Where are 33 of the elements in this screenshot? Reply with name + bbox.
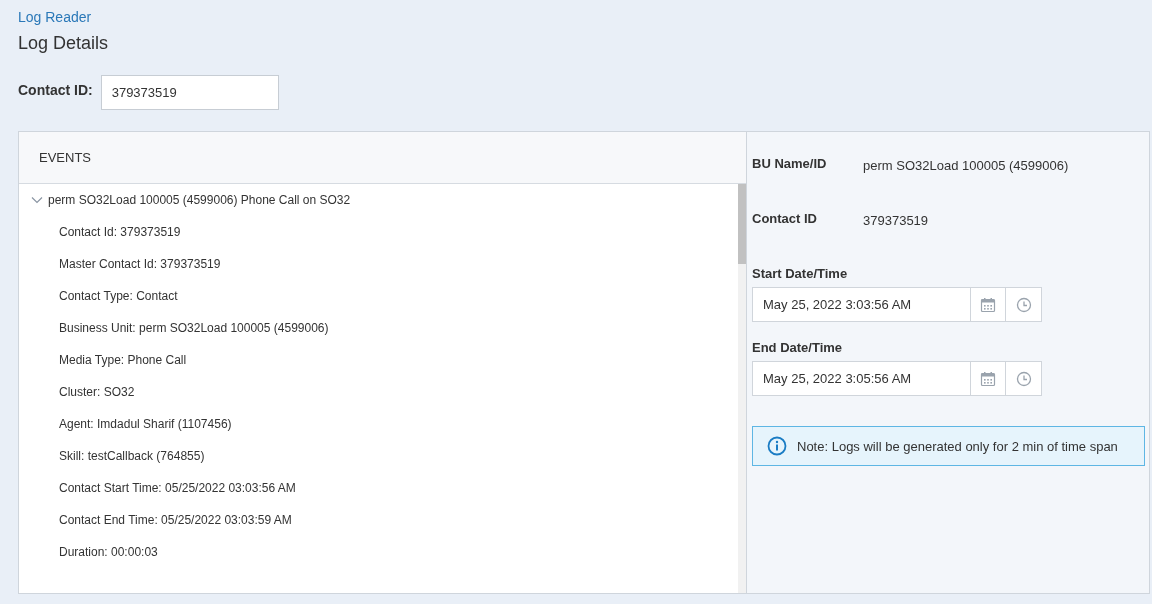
breadcrumb-link[interactable]: Log Reader bbox=[18, 9, 92, 25]
event-detail: Agent: Imdadul Sharif (1107456) bbox=[58, 416, 232, 433]
clock-icon bbox=[1015, 296, 1032, 313]
field-label: End Date/Time bbox=[752, 340, 844, 355]
detail-value: 379373519 bbox=[863, 213, 929, 228]
event-detail: Master Contact Id: 379373519 bbox=[58, 256, 221, 273]
scrollbar-thumb[interactable] bbox=[738, 184, 746, 264]
info-icon bbox=[767, 436, 787, 456]
event-detail: Media Type: Phone Call bbox=[58, 352, 187, 369]
event-detail: Contact Type: Contact bbox=[58, 288, 178, 305]
clock-icon bbox=[1015, 370, 1032, 387]
event-detail: Contact Start Time: 05/25/2022 03:03:56 AM bbox=[58, 480, 296, 497]
tree-node[interactable]: perm SO32Load 100005 (4599006) Phone Call on SO32 bbox=[19, 184, 351, 216]
contact-id-field[interactable]: 379373519 bbox=[100, 75, 279, 110]
calendar-icon bbox=[980, 296, 996, 313]
event-detail: Cluster: SO32 bbox=[58, 384, 135, 401]
date-time-field[interactable]: May 25, 2022 3:05:56 AM bbox=[752, 361, 1042, 396]
section-heading: EVENTS bbox=[39, 150, 91, 165]
page-title: Log Details bbox=[18, 33, 110, 54]
scrollbar[interactable] bbox=[738, 184, 746, 593]
note-text: Note: Logs will be generated only for 2 min of time span bbox=[797, 438, 1118, 454]
date-time-field[interactable]: May 25, 2022 3:03:56 AM bbox=[752, 287, 1042, 322]
event-detail: Contact End Time: 05/25/2022 03:03:59 AM bbox=[58, 512, 292, 529]
field-label: Start Date/Time bbox=[752, 266, 849, 281]
field-label: Contact ID: bbox=[18, 81, 93, 98]
detail-label: BU Name/ID bbox=[752, 156, 828, 171]
event-detail: Duration: 00:00:03 bbox=[58, 544, 158, 561]
event-detail: Contact Id: 379373519 bbox=[58, 224, 181, 241]
detail-label: Contact ID bbox=[752, 211, 818, 226]
detail-value: perm SO32Load 100005 (4599006) bbox=[863, 158, 1069, 173]
calendar-icon bbox=[980, 370, 996, 387]
event-detail: Skill: testCallback (764855) bbox=[58, 448, 205, 465]
event-detail: Business Unit: perm SO32Load 100005 (4599006) bbox=[58, 320, 329, 337]
